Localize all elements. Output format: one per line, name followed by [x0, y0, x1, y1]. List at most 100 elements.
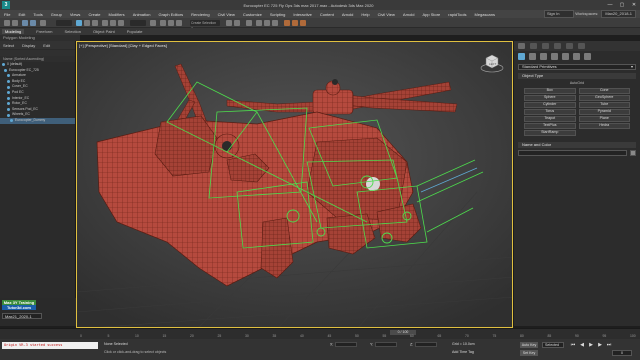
tab-object-paint[interactable]: Object Paint [93, 29, 115, 34]
lights-icon[interactable] [540, 53, 547, 60]
menu-edit[interactable]: Edit [18, 12, 25, 17]
object-name-field[interactable] [518, 149, 627, 156]
systems-icon[interactable] [584, 53, 591, 60]
menu-graph-editors[interactable]: Graph Editors [158, 12, 183, 17]
next-frame-icon[interactable]: ▶ [597, 342, 603, 348]
menu-customize[interactable]: Customize [243, 12, 262, 17]
align-icon[interactable] [234, 20, 240, 26]
maximize-button[interactable]: ▢ [616, 0, 628, 10]
layer-dropdown[interactable]: Max21_2020-1 [2, 313, 42, 319]
menu-file[interactable]: File [4, 12, 10, 17]
rotate-icon[interactable] [110, 20, 116, 26]
menu-animation[interactable]: Animation [133, 12, 151, 17]
cylinder-button[interactable]: Cylinder [524, 102, 576, 108]
sphere-button[interactable]: Sphere [524, 95, 576, 101]
menu-content[interactable]: Content [320, 12, 334, 17]
menu-create[interactable]: Create [88, 12, 100, 17]
rendered-frame-window-icon[interactable] [292, 20, 298, 26]
menu-scripting[interactable]: Scripting [270, 12, 286, 17]
visibility-icon[interactable] [7, 91, 10, 95]
app-logo-icon[interactable]: 3 [2, 1, 10, 9]
viewcube-icon[interactable]: LEFT [480, 50, 504, 74]
menu-rapidtools[interactable]: rapidTools [448, 12, 466, 17]
curve-editor-icon[interactable] [256, 20, 262, 26]
add-time-tag-button[interactable]: Add Time Tag [452, 350, 474, 354]
region-select-icon[interactable] [92, 20, 98, 26]
teapot-button[interactable]: Teapot [524, 116, 576, 122]
render-production-icon[interactable] [300, 20, 306, 26]
key-filter-dropdown[interactable]: Selected [542, 342, 564, 348]
play-icon[interactable]: ▶ [588, 342, 594, 348]
menu-arnold[interactable]: Arnold [342, 12, 354, 17]
cameras-icon[interactable] [551, 53, 558, 60]
plane-button[interactable]: Plane [578, 116, 630, 122]
rollout-object-type[interactable]: Object Type [518, 73, 636, 79]
space-warps-icon[interactable] [573, 53, 580, 60]
visibility-icon[interactable] [10, 119, 13, 123]
x-field[interactable] [335, 342, 358, 347]
reference-coordinate-dropdown[interactable] [130, 20, 146, 26]
menu-app-store[interactable]: App Store [422, 12, 440, 17]
visibility-icon[interactable] [7, 102, 10, 106]
menu-interactive[interactable]: Interactive [293, 12, 311, 17]
trackbar[interactable]: 0 / 100 0 5 10 15 20 25 30 35 40 45 50 55 60 65 70 75 80… [0, 328, 640, 339]
tree-item-selected[interactable]: Eurocopter_Dummy [0, 117, 75, 124]
workspace-dropdown[interactable]: Max20_2018-1 [601, 10, 636, 18]
snap-toggle-icon[interactable] [160, 20, 166, 26]
cone-button[interactable]: Cone [578, 88, 630, 94]
visibility-icon[interactable] [7, 113, 10, 117]
named-selection-set[interactable]: Create Selection Se [190, 20, 220, 31]
tab-freeform[interactable]: Freeform [36, 29, 52, 34]
tab-selection[interactable]: Selection [64, 29, 80, 34]
tube-button[interactable]: Tube [578, 102, 630, 108]
undo-icon[interactable] [4, 20, 10, 26]
visibility-icon[interactable] [7, 85, 10, 89]
visibility-icon[interactable] [2, 63, 5, 67]
geosphere-button[interactable]: GeoSphere [578, 95, 630, 101]
geometry-icon[interactable] [518, 53, 525, 60]
startramp-button[interactable]: StartRamp [524, 130, 576, 136]
percent-snap-icon[interactable] [176, 20, 182, 26]
utilities-tab-icon[interactable] [578, 43, 585, 49]
visibility-icon[interactable] [7, 96, 10, 100]
motion-tab-icon[interactable] [554, 43, 561, 49]
menu-tools[interactable]: Tools [33, 12, 42, 17]
tab-populate[interactable]: Populate [127, 29, 143, 34]
set-key-button[interactable]: Set Key [520, 350, 538, 356]
rollout-name-and-color[interactable]: Name and Color [518, 141, 636, 148]
redo-icon[interactable] [12, 20, 18, 26]
layer-explorer-icon[interactable] [246, 20, 252, 26]
menu-civil-view[interactable]: Civil View [218, 12, 235, 17]
torus-button[interactable]: Torus [524, 109, 576, 115]
visibility-icon[interactable] [7, 80, 10, 84]
hedra-button[interactable]: Hedra [578, 123, 630, 129]
menu-arnold-2[interactable]: Arnold [403, 12, 415, 17]
textplus-button[interactable]: TextPlus [524, 123, 576, 129]
go-to-start-icon[interactable]: ⏮ [570, 342, 576, 348]
menu-modifiers[interactable]: Modifiers [108, 12, 124, 17]
menu-rendering[interactable]: Rendering [191, 12, 209, 17]
selection-filter-dropdown[interactable] [56, 20, 72, 26]
material-editor-icon[interactable] [272, 20, 278, 26]
move-icon[interactable] [102, 20, 108, 26]
menu-civil-view-2[interactable]: Civil View [378, 12, 395, 17]
scale-icon[interactable] [118, 20, 124, 26]
close-button[interactable]: ✕ [628, 0, 640, 10]
object-color-swatch[interactable] [630, 149, 636, 156]
display-tab-icon[interactable] [566, 43, 573, 49]
auto-key-button[interactable]: Auto Key [520, 342, 538, 348]
perspective-viewport[interactable]: [+] [Perspective] [Standard] [Clay + Edg… [76, 41, 513, 328]
tab-display[interactable]: Display [22, 43, 35, 48]
current-frame-field[interactable]: 0 [612, 350, 632, 356]
unlink-icon[interactable] [30, 20, 36, 26]
create-tab-icon[interactable] [518, 43, 525, 49]
autogrid-checkbox[interactable]: AutoGrid [518, 81, 636, 86]
z-field[interactable] [415, 342, 438, 347]
menu-group[interactable]: Group [51, 12, 62, 17]
box-button[interactable]: Box [524, 88, 576, 94]
select-by-name-icon[interactable] [84, 20, 90, 26]
visibility-icon[interactable] [4, 68, 7, 72]
link-icon[interactable] [22, 20, 28, 26]
tab-select[interactable]: Select [3, 43, 14, 48]
pivot-icon[interactable] [150, 20, 156, 26]
